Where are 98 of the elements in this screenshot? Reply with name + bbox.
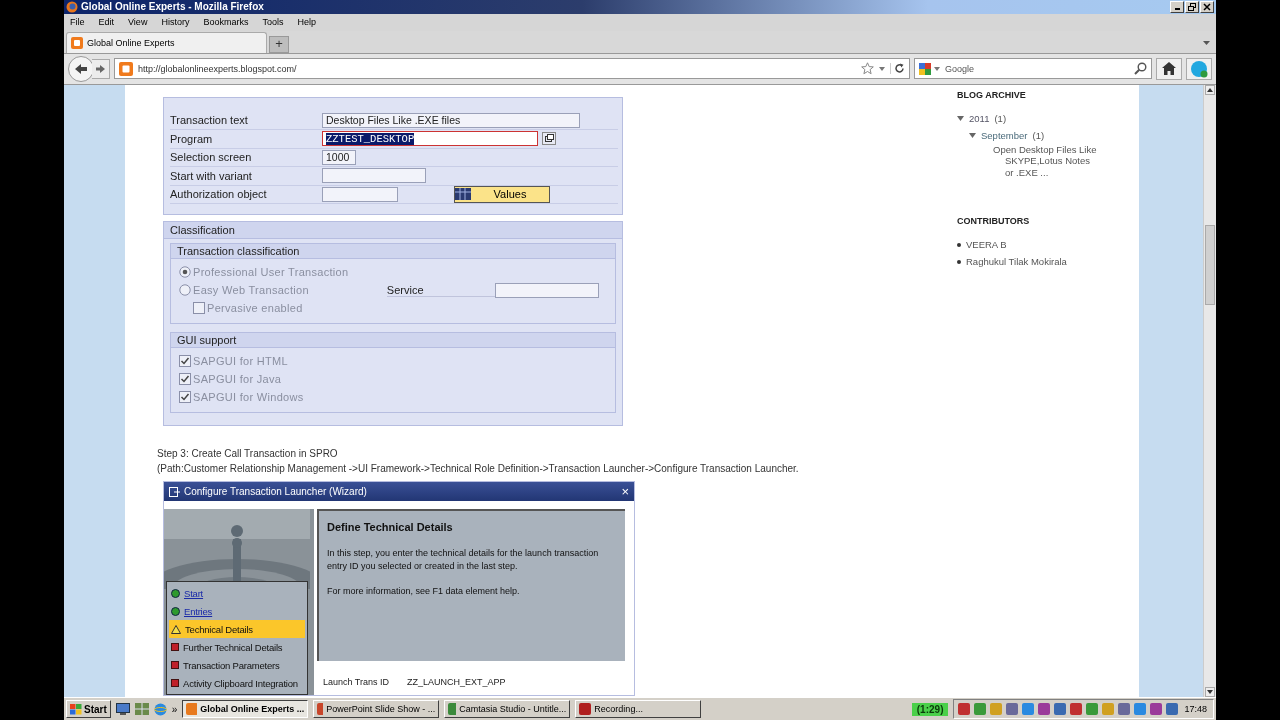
menu-item[interactable]: Tools (262, 17, 284, 28)
close-button[interactable] (1200, 0, 1214, 13)
new-tab-button[interactable]: + (269, 35, 289, 53)
field-label: Service (386, 283, 495, 297)
path-text: (Path:Customer Relationship Management ->UI Framework->Technical Role Definition->Transaction Launcher->Configure Transaction Launcher. (157, 462, 800, 477)
search-icon[interactable] (1134, 62, 1147, 76)
input-field[interactable] (322, 168, 426, 184)
input-field[interactable] (494, 282, 599, 298)
menu-item[interactable]: Edit (98, 17, 115, 28)
group-title: GUI support (171, 333, 615, 349)
expanded-arrow-icon[interactable] (969, 131, 976, 139)
status-square-icon (171, 643, 179, 652)
home-icon (1162, 62, 1176, 76)
taskbar-button[interactable]: Recording... (575, 700, 702, 719)
taskbar-button[interactable]: Camtasia Studio - Untitle... (444, 700, 571, 719)
table-icon (455, 188, 471, 201)
restore-icon (1188, 2, 1196, 11)
panel-text: For more information, see F1 data element help. (327, 585, 521, 599)
scroll-down-icon[interactable] (1205, 687, 1215, 698)
archive-link[interactable]: September (981, 129, 1028, 141)
menu-item[interactable]: File (70, 17, 85, 28)
forward-button[interactable] (92, 58, 110, 79)
input-field[interactable]: ZZTEST_DESKTOP (322, 131, 538, 147)
app-icon (579, 703, 592, 716)
app-icon (448, 703, 457, 716)
search-bar[interactable]: Google (914, 58, 1152, 80)
status-dot-icon (171, 588, 180, 598)
back-arrow-icon (74, 62, 88, 75)
scrollbar[interactable] (1203, 84, 1216, 698)
reload-icon[interactable] (890, 63, 905, 75)
section-title: CONTRIBUTORS (957, 216, 1031, 227)
panel-heading: Define Technical Details (327, 521, 454, 534)
field-label: Start with variant (170, 169, 253, 182)
minimize-button[interactable] (1170, 0, 1184, 13)
field-value: ZZ_LAUNCH_EXT_APP (407, 677, 506, 688)
input-field[interactable]: 1000 (322, 149, 356, 165)
wizard-step[interactable]: Technical Details (169, 620, 305, 639)
browser-tab[interactable]: Global Online Experts (66, 31, 267, 53)
star-icon[interactable] (861, 62, 874, 76)
status-square-icon (171, 661, 179, 670)
desktop-icon[interactable] (115, 703, 130, 716)
post-count: (1) (994, 112, 1007, 124)
menu-item[interactable]: Help (297, 17, 316, 28)
warning-triangle-icon (171, 624, 181, 634)
restore-button[interactable] (1185, 0, 1199, 13)
scroll-up-icon[interactable] (1205, 84, 1215, 95)
field-label: Program (170, 132, 214, 145)
copy-icon[interactable] (542, 132, 556, 146)
post-count: (1) (1032, 129, 1045, 141)
field-label: Transaction text (170, 114, 249, 127)
wizard-step[interactable]: Activity Clipboard Integration (169, 674, 305, 693)
address-bar[interactable]: http://globalonlineexperts.blogspot.com/ (114, 58, 910, 80)
wizard-step[interactable]: Further Technical Details (169, 638, 305, 657)
start-button[interactable]: Start (66, 700, 111, 719)
window-icon (169, 486, 180, 497)
section-title: Classification (164, 222, 622, 240)
taskbar-button[interactable]: Global Online Experts ... (182, 700, 309, 719)
wizard-step[interactable]: Start (169, 584, 305, 603)
clock: 17:48 (1184, 704, 1207, 715)
contributor-link[interactable]: VEERA B (966, 239, 1007, 251)
dropdown-arrow-icon[interactable] (879, 66, 885, 71)
dropdown-arrow-icon (1203, 40, 1210, 45)
panel-text: In this step, you enter the technical details for the launch transaction entry ID you selected or created in the last step. (327, 547, 600, 574)
close-icon (1203, 2, 1211, 11)
menu-item[interactable]: View (128, 17, 148, 28)
menu-item[interactable]: Bookmarks (203, 17, 249, 28)
field-label: Selection screen (170, 151, 253, 164)
post-link[interactable]: Open Desktop Files Like SKYPE,Lotus Notes or .EXE ... (981, 143, 1100, 179)
dropdown-arrow-icon (934, 66, 940, 71)
bullet-icon (957, 259, 961, 264)
section-title: BLOG ARCHIVE (957, 89, 1027, 100)
taskbar-button[interactable]: PowerPoint Slide Show - ... (313, 700, 440, 719)
scrollbar-thumb[interactable] (1205, 224, 1215, 305)
wizard-title: Configure Transaction Launcher (Wizard) (184, 486, 367, 498)
expanded-arrow-icon[interactable] (957, 114, 964, 122)
bullet-icon (957, 242, 961, 247)
back-button[interactable] (68, 55, 94, 82)
step-heading: Step 3: Create Call Transaction in SPRO (157, 447, 339, 462)
recording-timer: (1:29) (911, 702, 949, 716)
more-button[interactable]: » (171, 703, 178, 715)
forward-arrow-icon (95, 63, 106, 74)
wizard-step[interactable]: Transaction Parameters (169, 656, 305, 675)
window-title: Global Online Experts - Mozilla Firefox (81, 1, 264, 13)
contributor-link[interactable]: Raghukul Tilak Mokirala (966, 256, 1067, 268)
group-title: Transaction classification (171, 244, 615, 260)
field-label: Launch Trans ID (323, 677, 390, 688)
archive-link[interactable]: 2011 (969, 112, 990, 124)
input-field[interactable]: Desktop Files Like .EXE files (322, 112, 580, 128)
status-square-icon (171, 679, 179, 688)
app-icon (317, 703, 324, 716)
input-field[interactable] (322, 186, 398, 202)
menu-item[interactable]: History (161, 17, 190, 28)
wizard-step[interactable]: Entries (169, 602, 305, 621)
status-dot-icon (171, 606, 180, 616)
field-label: Authorization object (170, 188, 268, 201)
app-icon (186, 703, 198, 716)
home-button[interactable] (1156, 57, 1182, 80)
close-button[interactable]: × (621, 485, 629, 498)
